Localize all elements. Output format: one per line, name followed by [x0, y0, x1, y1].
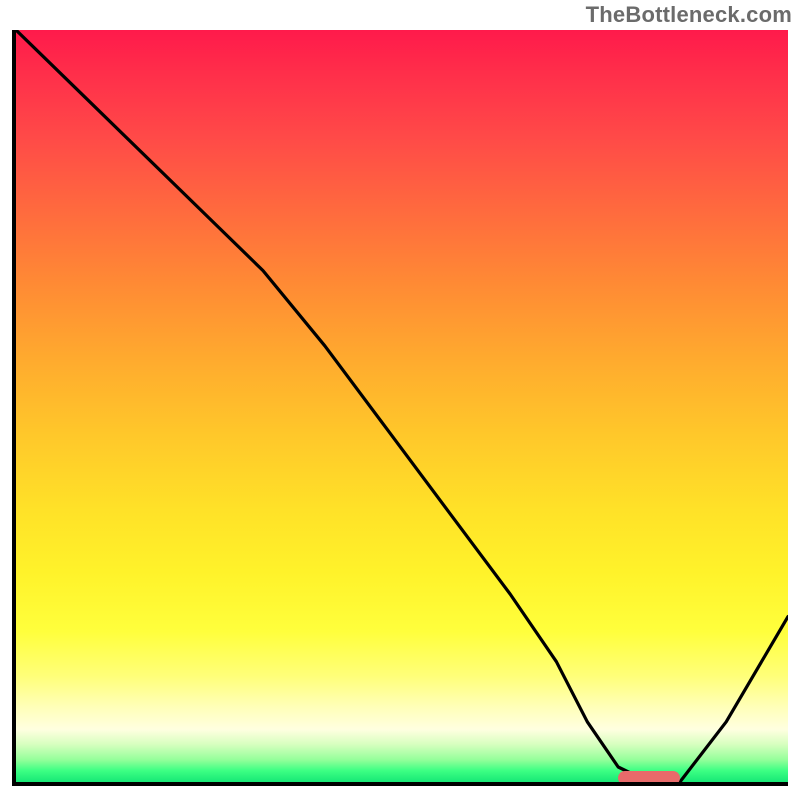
plot-area — [12, 30, 788, 786]
watermark-text: TheBottleneck.com — [586, 2, 792, 28]
optimal-range-marker — [618, 771, 680, 785]
chart-stage: TheBottleneck.com — [0, 0, 800, 800]
bottleneck-curve — [16, 30, 788, 782]
